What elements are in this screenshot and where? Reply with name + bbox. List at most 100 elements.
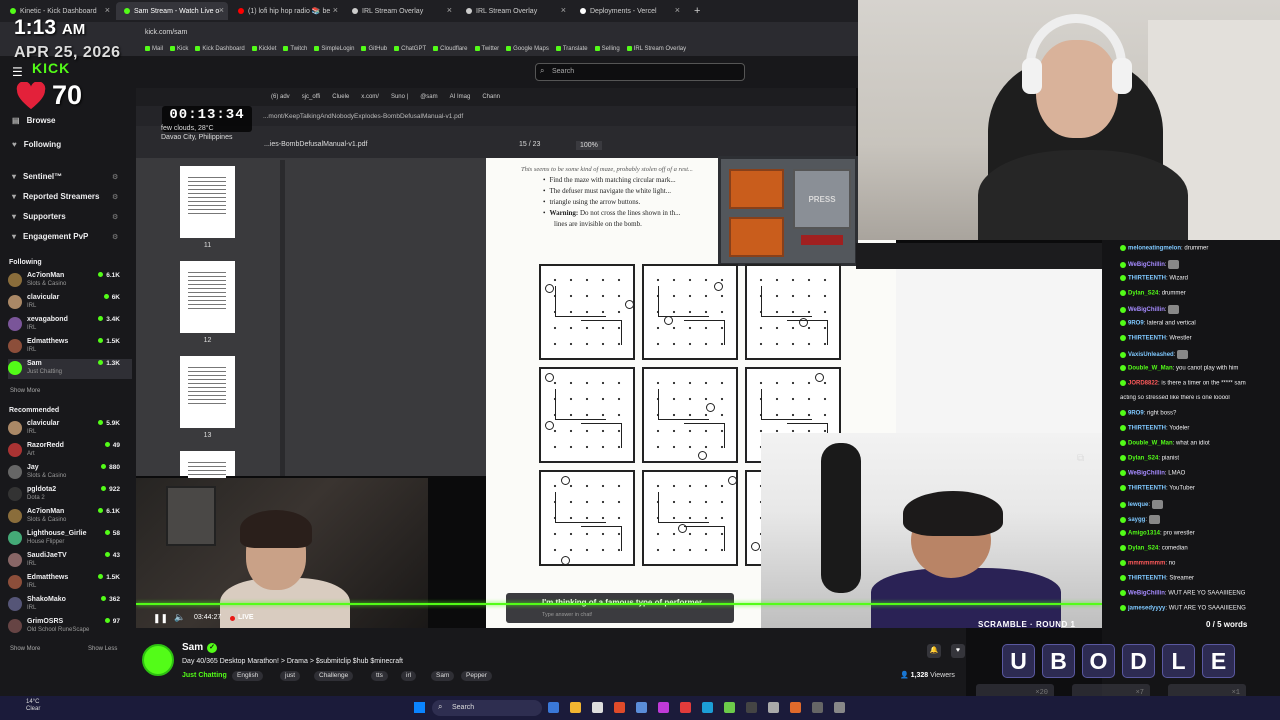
browser-tab[interactable]: IRL Stream Overlay × <box>458 2 570 20</box>
bookmark-item[interactable]: Mail <box>145 46 163 52</box>
channel-row[interactable]: pgldota2 Dota 2 922 <box>8 485 132 505</box>
sidebar-nav-item[interactable]: ▤ Browse <box>12 116 55 125</box>
chat-username[interactable]: VaxisUnleashed <box>1128 352 1174 358</box>
stream-tag[interactable]: just <box>280 671 301 681</box>
channel-avatar[interactable] <box>142 644 174 676</box>
bookmark-item[interactable]: SimpleLogin <box>314 46 354 52</box>
channel-row[interactable]: xevagabond IRL 3.4K <box>8 315 132 335</box>
chat-username[interactable]: Dylan_S24 <box>1128 291 1158 297</box>
show-more-link[interactable]: Show More <box>10 646 40 652</box>
close-icon[interactable]: × <box>105 5 110 15</box>
chat-username[interactable]: lewque <box>1128 502 1148 508</box>
chat-username[interactable]: THIRTEENTH <box>1128 336 1166 342</box>
chat-username[interactable]: Double_W_Man <box>1128 441 1173 447</box>
windows-start-icon[interactable] <box>414 702 425 713</box>
kick-logo[interactable]: KICK <box>32 60 70 76</box>
taskbar-app-icon[interactable] <box>570 702 581 713</box>
bookmark-item[interactable]: Kick <box>170 46 188 52</box>
chat-username[interactable]: meloneatingmelon <box>1128 246 1181 252</box>
taskbar-weather[interactable]: 14°C Clear <box>26 699 40 713</box>
stream-tag[interactable]: tts <box>371 671 388 681</box>
taskbar-app-icon[interactable] <box>614 702 625 713</box>
bookmark-item[interactable]: Cloudflare <box>433 46 467 52</box>
stream-tag[interactable]: irl <box>401 671 417 681</box>
chat-username[interactable]: WeBigChillin <box>1128 307 1165 313</box>
chat-username[interactable]: Double_W_Man <box>1128 366 1173 372</box>
sidebar-section[interactable]: ▾ Reported Streamers <box>12 192 100 201</box>
taskbar-app-icon[interactable] <box>746 702 757 713</box>
bookmark-item[interactable]: Selling <box>595 46 620 52</box>
bookmark-item[interactable]: ChatGPT <box>394 46 426 52</box>
new-tab-button[interactable]: + <box>694 5 700 17</box>
bookmark-item[interactable]: GitHub <box>361 46 387 52</box>
settings-icon[interactable]: ⚙ <box>112 193 118 201</box>
show-less-link[interactable]: Show Less <box>88 646 117 652</box>
pause-icon[interactable]: ❚❚ <box>153 613 168 624</box>
settings-icon[interactable]: ⚙ <box>112 213 118 221</box>
chat-username[interactable]: THIRTEENTH <box>1128 276 1166 282</box>
volume-icon[interactable]: 🔈 <box>174 612 185 623</box>
follow-heart-icon[interactable]: ♥ <box>951 644 965 658</box>
sidebar-section[interactable]: ▾ Engagement PvP <box>12 232 88 241</box>
bookmark-item[interactable]: Kicklet <box>252 46 277 52</box>
channel-row[interactable]: Edmatthews IRL 1.5K <box>8 573 132 593</box>
taskbar-app-icon[interactable] <box>548 702 559 713</box>
channel-row[interactable]: SaudiJaeTV IRL 43 <box>8 551 132 571</box>
chat-username[interactable]: Dylan_S24 <box>1128 546 1158 552</box>
channel-row[interactable]: Edmatthews IRL 1.5K <box>8 337 132 357</box>
stream-tag[interactable]: Sam <box>431 671 455 681</box>
bookmark-item[interactable]: Twitch <box>283 46 307 52</box>
bookmark-item[interactable]: Translate <box>556 46 588 52</box>
chat-username[interactable]: 9RO9 <box>1128 321 1144 327</box>
stream-tag[interactable]: Challenge <box>314 671 354 681</box>
close-icon[interactable]: × <box>447 5 452 15</box>
bookmark-item[interactable]: Kick Dashboard <box>195 46 244 52</box>
taskbar-app-icon[interactable] <box>680 702 691 713</box>
chat-username[interactable]: THIRTEENTH <box>1128 426 1166 432</box>
stream-category[interactable]: Just Chatting <box>182 672 227 679</box>
chat-username[interactable]: Amigo1314 <box>1128 531 1160 537</box>
taskbar-app-icon[interactable] <box>592 702 603 713</box>
close-icon[interactable]: × <box>219 5 224 15</box>
pdf-thumbnail[interactable] <box>180 261 235 333</box>
close-icon[interactable]: × <box>333 5 338 15</box>
channel-row[interactable]: Jay Slots & Casino 880 <box>8 463 132 483</box>
pdf-thumbnail[interactable] <box>180 356 235 428</box>
sidebar-section[interactable]: ▾ Supporters <box>12 212 66 221</box>
channel-name[interactable]: Sam <box>182 642 203 653</box>
chat-username[interactable]: 9RO9 <box>1128 411 1144 417</box>
show-more-link[interactable]: Show More <box>10 388 40 394</box>
taskbar-app-icon[interactable] <box>724 702 735 713</box>
bookmark-item[interactable]: Twitter <box>475 46 500 52</box>
chat-username[interactable]: saygg <box>1128 517 1145 523</box>
chat-username[interactable]: WeBigChillin <box>1128 591 1165 597</box>
taskbar-app-icon[interactable] <box>812 702 823 713</box>
sidebar-nav-item[interactable]: ♥ Following <box>12 140 61 149</box>
chat-username[interactable]: jamesedyyyy <box>1128 606 1165 612</box>
taskbar-app-icon[interactable] <box>636 702 647 713</box>
chat-username[interactable]: THIRTEENTH <box>1128 576 1166 582</box>
search-input[interactable]: Search <box>535 63 745 81</box>
stream-tag[interactable]: Pepper <box>461 671 492 681</box>
channel-row[interactable]: clavicular IRL 6K <box>8 293 132 313</box>
bookmark-item[interactable]: Google Maps <box>506 46 549 52</box>
settings-icon[interactable]: ⚙ <box>112 173 118 181</box>
channel-row[interactable]: Ac7ionMan Slots & Casino 6.1K <box>8 271 132 291</box>
pdf-thumbnail[interactable] <box>180 166 235 238</box>
browser-tab[interactable]: Deployments - Vercel × <box>572 2 684 20</box>
chat-username[interactable]: Dylan_S24 <box>1128 456 1158 462</box>
channel-row[interactable]: Sam Just Chatting 1.3K <box>8 359 132 379</box>
address-bar[interactable]: kick.com/sam <box>0 22 860 42</box>
browser-tab[interactable]: (1) lofi hip hop radio 📚 be × <box>230 2 342 20</box>
sidebar-section[interactable]: ▾ Sentinel™ <box>12 172 62 181</box>
pdf-thumbnail[interactable] <box>180 451 235 499</box>
channel-row[interactable]: GrimOSRS Old School RuneScape 97 <box>8 617 132 637</box>
taskbar-app-icon[interactable] <box>834 702 845 713</box>
browser-tab[interactable]: IRL Stream Overlay × <box>344 2 456 20</box>
close-icon[interactable]: × <box>561 5 566 15</box>
chat-username[interactable]: mmmmmmm <box>1128 561 1165 567</box>
notification-bell-icon[interactable]: 🔔 <box>927 644 941 658</box>
taskbar-app-icon[interactable] <box>790 702 801 713</box>
url-text[interactable]: kick.com/sam <box>145 29 187 36</box>
channel-row[interactable]: Lighthouse_Girlie House Flipper 58 <box>8 529 132 549</box>
